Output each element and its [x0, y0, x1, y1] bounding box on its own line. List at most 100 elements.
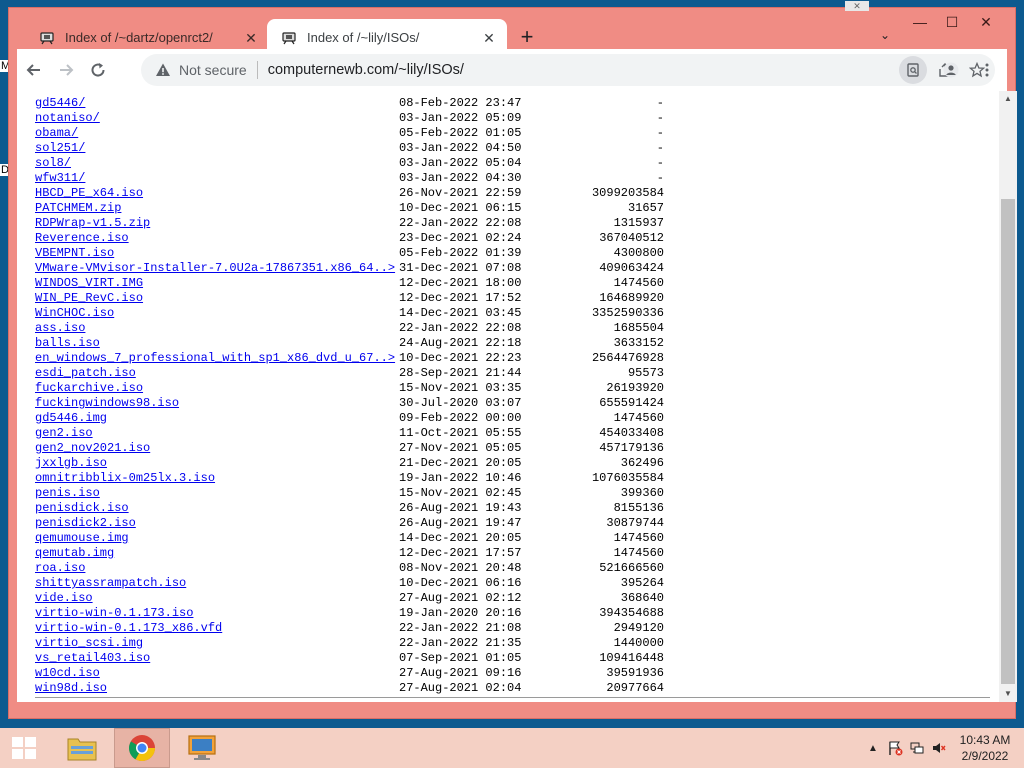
show-hidden-icons-button[interactable]: ▲	[862, 737, 884, 759]
tab-close-icon[interactable]: ✕	[479, 28, 499, 48]
address-bar[interactable]: Not secure computernewb.com/~lily/ISOs/	[141, 54, 995, 86]
warning-icon[interactable]	[155, 62, 171, 78]
network-icon[interactable]	[906, 737, 928, 759]
file-link[interactable]: w10cd.iso	[35, 666, 399, 681]
file-link[interactable]: vs_retail403.iso	[35, 651, 399, 666]
file-link[interactable]: omnitribblix-0m25lx.3.iso	[35, 471, 399, 486]
tab-close-icon[interactable]: ✕	[241, 28, 261, 48]
file-link[interactable]: notaniso/	[35, 111, 399, 126]
forward-button[interactable]	[51, 55, 81, 85]
file-link[interactable]: en_windows_7_professional_with_sp1_x86_d…	[35, 351, 399, 366]
file-link[interactable]: shittyassrampatch.iso	[35, 576, 399, 591]
minimize-button[interactable]: —	[905, 12, 935, 32]
file-date: 12-Dec-2021 17:52	[399, 291, 522, 305]
file-link[interactable]: WIN_PE_RevC.iso	[35, 291, 399, 306]
file-link[interactable]: HBCD_PE_x64.iso	[35, 186, 399, 201]
file-link[interactable]: penis.iso	[35, 486, 399, 501]
file-size: -	[656, 171, 664, 185]
file-link[interactable]: Reverence.iso	[35, 231, 399, 246]
taskbar-chrome[interactable]	[114, 728, 170, 768]
file-link[interactable]: penisdick.iso	[35, 501, 399, 516]
file-link[interactable]: win98d.iso	[35, 681, 399, 696]
file-date: 10-Dec-2021 06:15	[399, 201, 522, 215]
listing-row: HBCD_PE_x64.iso 26-Nov-2021 22:59 30992035…	[35, 186, 664, 201]
taskbar-remote-desktop[interactable]	[174, 728, 230, 768]
start-button[interactable]	[0, 728, 48, 768]
file-link[interactable]: esdi_patch.iso	[35, 366, 399, 381]
file-link[interactable]: roa.iso	[35, 561, 399, 576]
file-link[interactable]: penisdick2.iso	[35, 516, 399, 531]
file-size: 521666560	[599, 561, 664, 575]
file-link[interactable]: VMware-VMvisor-Installer-7.0U2a-17867351…	[35, 261, 399, 276]
file-link[interactable]: gd5446/	[35, 96, 399, 111]
file-link[interactable]: virtio-win-0.1.173.iso	[35, 606, 399, 621]
security-label[interactable]: Not secure	[179, 62, 247, 78]
menu-button[interactable]	[971, 54, 1003, 86]
file-link[interactable]: vide.iso	[35, 591, 399, 606]
close-window-button[interactable]: ✕	[971, 12, 1001, 32]
clock-date: 2/9/2022	[961, 749, 1009, 763]
back-arrow-icon	[26, 64, 40, 76]
file-link[interactable]: qemumouse.img	[35, 531, 399, 546]
back-button[interactable]	[19, 55, 49, 85]
file-date: 27-Aug-2021 02:12	[399, 591, 522, 605]
chrome-icon	[128, 735, 156, 762]
file-link[interactable]: jxxlgb.iso	[35, 456, 399, 471]
file-date: 07-Sep-2021 01:05	[399, 651, 522, 665]
listing-row: Reverence.iso 23-Dec-2021 02:24 367040512	[35, 231, 664, 246]
file-link[interactable]: fuckingwindows98.iso	[35, 396, 399, 411]
file-link[interactable]: ass.iso	[35, 321, 399, 336]
listing-row: qemumouse.img 14-Dec-2021 20:05 1474560	[35, 531, 664, 546]
file-size: -	[656, 141, 664, 155]
file-size: 2564476928	[591, 351, 664, 365]
file-link[interactable]: WinCHOC.iso	[35, 306, 399, 321]
maximize-button[interactable]: ☐	[937, 12, 967, 32]
reload-button[interactable]	[83, 55, 113, 85]
file-link[interactable]: qemutab.img	[35, 546, 399, 561]
file-size: 95573	[627, 366, 664, 380]
background-window-button[interactable]: ✕	[845, 1, 869, 11]
tab-search-button[interactable]: ⌄	[875, 28, 895, 48]
file-link[interactable]: gen2.iso	[35, 426, 399, 441]
listing-row: gd5446.img 09-Feb-2022 00:00 1474560	[35, 411, 664, 426]
profile-button[interactable]	[935, 54, 967, 86]
file-link[interactable]: sol251/	[35, 141, 399, 156]
scroll-down-icon[interactable]: ▼	[999, 686, 1017, 702]
file-link[interactable]: RDPWrap-v1.5.zip	[35, 216, 399, 231]
file-link[interactable]: gd5446.img	[35, 411, 399, 426]
file-date: 21-Dec-2021 20:05	[399, 456, 522, 470]
file-link[interactable]: PATCHMEM.zip	[35, 201, 399, 216]
profile-avatar-icon	[943, 62, 959, 78]
file-link[interactable]: virtio_scsi.img	[35, 636, 399, 651]
vertical-scrollbar[interactable]: ▲ ▼	[999, 91, 1017, 702]
tab-title: Index of /~lily/ISOs/	[307, 30, 420, 45]
file-size: 39591936	[606, 666, 664, 680]
new-tab-button[interactable]: +	[514, 25, 540, 51]
file-date: 22-Jan-2022 22:08	[399, 216, 522, 230]
file-link[interactable]: balls.iso	[35, 336, 399, 351]
scrollbar-thumb[interactable]	[1001, 199, 1015, 684]
file-link[interactable]: obama/	[35, 126, 399, 141]
file-link[interactable]: virtio-win-0.1.173_x86.vfd	[35, 621, 399, 636]
listing-row: WinCHOC.iso 14-Dec-2021 03:45 3352590336	[35, 306, 664, 321]
file-link[interactable]: fuckarchive.iso	[35, 381, 399, 396]
url-text[interactable]: computernewb.com/~lily/ISOs/	[268, 62, 464, 78]
system-clock[interactable]: 10:43 AM 2/9/2022	[950, 732, 1020, 764]
volume-muted-icon[interactable]	[928, 737, 950, 759]
file-link[interactable]: WINDOS_VIRT.IMG	[35, 276, 399, 291]
lens-button[interactable]	[899, 56, 927, 84]
file-link[interactable]: gen2_nov2021.iso	[35, 441, 399, 456]
taskbar-file-explorer[interactable]	[54, 728, 110, 768]
listing-row: PATCHMEM.zip 10-Dec-2021 06:15 31657	[35, 201, 664, 216]
file-date: 14-Dec-2021 20:05	[399, 531, 522, 545]
file-link[interactable]: wfw311/	[35, 171, 399, 186]
action-center-flag-icon[interactable]	[884, 737, 906, 759]
file-link[interactable]: sol8/	[35, 156, 399, 171]
file-link[interactable]: VBEMPNT.iso	[35, 246, 399, 261]
kebab-menu-icon	[985, 63, 989, 77]
file-size: 655591424	[599, 396, 664, 410]
file-date: 10-Dec-2021 06:16	[399, 576, 522, 590]
file-date: 03-Jan-2022 04:50	[399, 141, 522, 155]
scroll-up-icon[interactable]: ▲	[999, 91, 1017, 107]
file-date: 05-Feb-2022 01:39	[399, 246, 522, 260]
